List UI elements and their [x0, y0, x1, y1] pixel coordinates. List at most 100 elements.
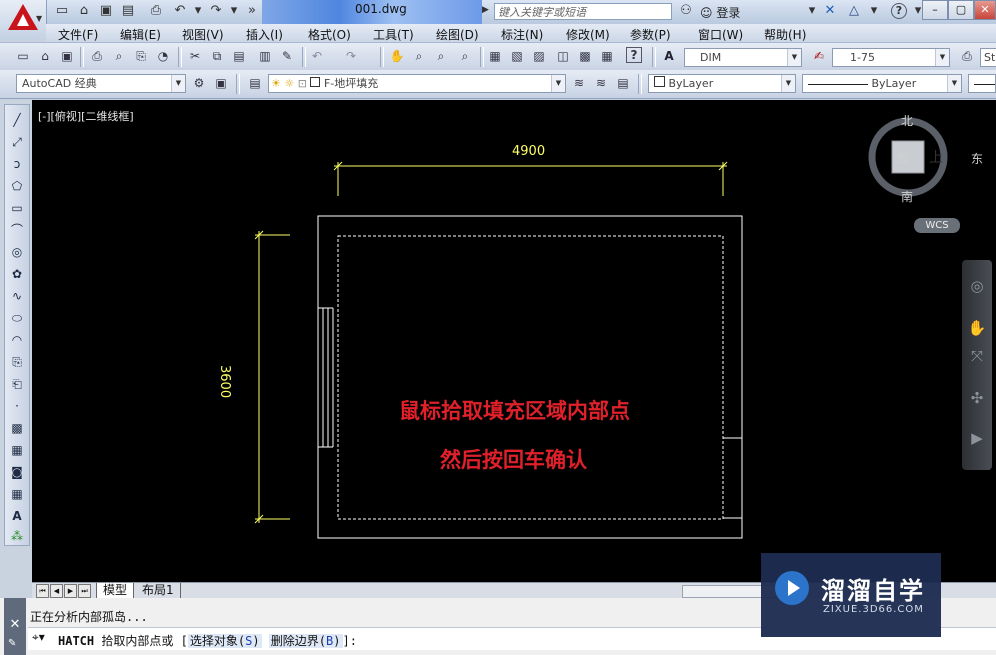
- zoom-window-icon[interactable]: ⌕: [432, 47, 450, 65]
- qnew-icon[interactable]: ▭: [14, 47, 32, 65]
- multiline-text-icon[interactable]: A: [7, 507, 27, 525]
- new-file-icon[interactable]: ▭: [54, 3, 70, 19]
- polygon-icon[interactable]: ⬠: [7, 177, 27, 195]
- application-menu-button[interactable]: ▼: [0, 0, 47, 40]
- make-current-icon[interactable]: ≋: [570, 74, 588, 92]
- ellipse-icon[interactable]: ⬭: [7, 309, 27, 327]
- menu-dimension[interactable]: 标注(N): [501, 26, 543, 43]
- option-remove-boundaries[interactable]: 删除边界(B): [268, 634, 343, 648]
- showmotion-icon[interactable]: ▶: [965, 426, 989, 450]
- viewcube-north[interactable]: 北: [901, 112, 913, 129]
- autodesk-360-icon[interactable]: △: [846, 3, 862, 19]
- exchange-icon[interactable]: ✕: [822, 3, 838, 19]
- zoom-previous-icon[interactable]: ⌕: [456, 47, 474, 65]
- point-icon[interactable]: ·: [7, 397, 27, 415]
- insert-block-icon[interactable]: ⎘: [7, 353, 27, 371]
- plot-preview-icon[interactable]: ⌕: [110, 47, 128, 65]
- zoom-realtime-icon[interactable]: ⌕: [410, 47, 428, 65]
- menu-view[interactable]: 视图(V): [182, 26, 224, 43]
- next-tab-icon[interactable]: ▶: [64, 584, 77, 598]
- maximize-button[interactable]: ▢: [948, 0, 974, 20]
- print-icon[interactable]: ⎙: [148, 3, 164, 19]
- open-icon[interactable]: ⌂: [36, 47, 54, 65]
- help-icon[interactable]: ?: [626, 47, 642, 63]
- add-selected-icon[interactable]: ⁂: [7, 527, 27, 545]
- help-button[interactable]: ?: [891, 3, 907, 19]
- wcs-menu-button[interactable]: WCS: [914, 218, 960, 233]
- tab-layout1[interactable]: 布局1: [136, 583, 181, 598]
- first-tab-icon[interactable]: ⏮: [36, 584, 49, 598]
- line-icon[interactable]: ╱: [7, 111, 27, 129]
- revision-cloud-icon[interactable]: ✿: [7, 265, 27, 283]
- region-icon[interactable]: ◙: [7, 463, 27, 481]
- menu-help[interactable]: 帮助(H): [764, 26, 806, 43]
- close-button[interactable]: ✕: [974, 0, 996, 20]
- dim-style-icon[interactable]: ✍: [810, 47, 828, 65]
- undo-icon[interactable]: ↶: [172, 3, 188, 19]
- calculator-icon[interactable]: ▦: [598, 47, 616, 65]
- last-tab-icon[interactable]: ⏭: [78, 584, 91, 598]
- make-block-icon[interactable]: ⎗: [7, 375, 27, 393]
- layer-combo[interactable]: ☀ ☼ ⊡ F-地坪填充 ▼: [268, 74, 566, 93]
- text-style-icon[interactable]: A: [660, 47, 678, 65]
- close-icon[interactable]: ✕: [8, 617, 22, 632]
- zoom-extents-icon[interactable]: ⤧: [965, 344, 989, 368]
- command-prompt-icon[interactable]: ⌖▾: [32, 630, 45, 645]
- viewcube-west[interactable]: 西: [896, 150, 908, 167]
- option-select-objects[interactable]: 选择对象(S): [187, 634, 262, 648]
- redo-icon-2[interactable]: ↷: [342, 47, 360, 65]
- prev-tab-icon[interactable]: ◀: [50, 584, 63, 598]
- rectangle-icon[interactable]: ▭: [7, 199, 27, 217]
- layer-properties-icon[interactable]: ▤: [246, 74, 264, 92]
- menu-insert[interactable]: 插入(I): [246, 26, 283, 43]
- save-icon-2[interactable]: ▣: [58, 47, 76, 65]
- viewcube-south[interactable]: 南: [901, 188, 913, 205]
- steering-wheel-icon[interactable]: ◎: [965, 274, 989, 298]
- annotation-scale-combo[interactable]: 1-75 ▼: [832, 48, 950, 67]
- construction-line-icon[interactable]: ⤢: [7, 133, 27, 151]
- sheet-set-icon[interactable]: ◫: [554, 47, 572, 65]
- search-input[interactable]: 键入关键字或短语: [494, 3, 672, 20]
- minimize-button[interactable]: –: [922, 0, 948, 20]
- table-style-icon[interactable]: ⎙: [958, 47, 976, 65]
- save-icon[interactable]: ▣: [98, 3, 114, 19]
- menu-format[interactable]: 格式(O): [308, 26, 351, 43]
- menu-draw[interactable]: 绘图(D): [436, 26, 479, 43]
- apps-dropdown-icon[interactable]: ▾: [866, 3, 882, 19]
- save-as-icon[interactable]: ▤: [120, 3, 136, 19]
- hatch-icon[interactable]: ▩: [7, 419, 27, 437]
- customize-icon[interactable]: ✎: [8, 638, 16, 649]
- table-icon[interactable]: ▦: [7, 485, 27, 503]
- menu-edit[interactable]: 编辑(E): [120, 26, 161, 43]
- menu-window[interactable]: 窗口(W): [698, 26, 743, 43]
- lineweight-combo[interactable]: [968, 74, 996, 93]
- spline-icon[interactable]: ∿: [7, 287, 27, 305]
- dim-style-combo[interactable]: DIM ▼: [684, 48, 802, 67]
- markup-icon[interactable]: ▩: [576, 47, 594, 65]
- paste-icon[interactable]: ▤: [230, 47, 248, 65]
- properties-icon[interactable]: ▦: [486, 47, 504, 65]
- viewcube-east[interactable]: 东: [971, 150, 983, 167]
- orbit-icon[interactable]: ✣: [965, 386, 989, 410]
- copy-icon[interactable]: ⧉: [208, 47, 226, 65]
- command-line-grip[interactable]: ✕ ✎: [4, 598, 26, 655]
- drawing-canvas[interactable]: [-][俯视][二维线框] 4900 3600 鼠标拾取填充区域内部点 然后按回…: [32, 100, 996, 582]
- match-properties-icon[interactable]: ✎: [278, 47, 296, 65]
- layer-state-icon[interactable]: ▤: [614, 74, 632, 92]
- workspace-combo[interactable]: AutoCAD 经典 ▼: [16, 74, 186, 93]
- design-center-icon[interactable]: ▧: [508, 47, 526, 65]
- plot-icon[interactable]: ⎙: [88, 47, 106, 65]
- layer-previous-icon[interactable]: ≋: [592, 74, 610, 92]
- login-dropdown-icon[interactable]: ▾: [804, 3, 820, 19]
- menu-file[interactable]: 文件(F): [58, 26, 98, 43]
- cut-icon[interactable]: ✂: [186, 47, 204, 65]
- polyline-icon[interactable]: ↄ: [7, 155, 27, 173]
- pan-icon[interactable]: ✋: [388, 47, 406, 65]
- undo-icon-2[interactable]: ↶: [308, 47, 326, 65]
- undo-dropdown-icon[interactable]: ▾: [190, 3, 206, 19]
- login-button[interactable]: ☺ 登录: [700, 4, 740, 21]
- publish-icon[interactable]: ⎘: [132, 47, 150, 65]
- arc-icon[interactable]: ⌒: [7, 221, 27, 239]
- ellipse-arc-icon[interactable]: ◠: [7, 331, 27, 349]
- 3d-print-icon[interactable]: ◔: [154, 47, 172, 65]
